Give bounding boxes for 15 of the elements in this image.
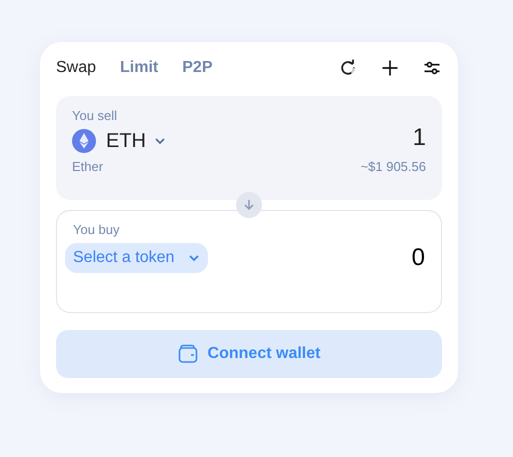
tab[interactable]: Swap	[56, 59, 96, 77]
token-name: Ether	[72, 159, 104, 174]
panel-label: You buy	[73, 222, 121, 237]
arrow-down-icon	[243, 199, 255, 211]
amount-field[interactable]: 0	[412, 244, 425, 272]
tab[interactable]: Limit	[120, 59, 158, 77]
token-selector[interactable]: ETH	[72, 129, 166, 153]
swap-direction-button[interactable]	[236, 192, 262, 218]
tab[interactable]: P2P	[182, 59, 212, 77]
plus-icon[interactable]	[380, 58, 400, 78]
ethereum-icon	[72, 129, 96, 153]
fiat-value: ~$1 905.56	[360, 159, 426, 174]
panel-label: You sell	[72, 108, 118, 123]
amount-field[interactable]: 1	[412, 124, 426, 152]
wallet-icon	[178, 344, 198, 364]
